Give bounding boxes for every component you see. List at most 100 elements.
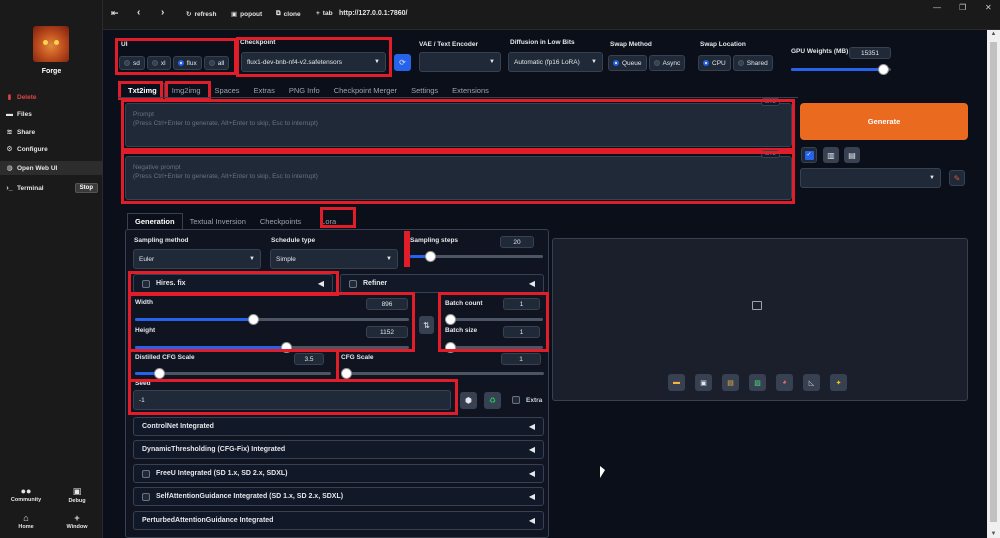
sidebar-community[interactable]: ●● Community	[6, 486, 46, 503]
new-tab-button[interactable]: + tab	[316, 10, 333, 17]
height-slider[interactable]	[135, 342, 409, 353]
ui-option-flux[interactable]: flux	[172, 56, 202, 70]
random-seed-button[interactable]: ⬢	[460, 392, 477, 409]
maximize-icon[interactable]: ❐	[959, 3, 966, 12]
prompt-textarea[interactable]: Prompt (Press Ctrl+Enter to generate, Al…	[125, 103, 792, 147]
refresh-models-button[interactable]: ⟳	[394, 54, 411, 71]
negative-prompt-textarea[interactable]: Negative prompt (Press Ctrl+Enter to gen…	[125, 156, 792, 200]
tab-spaces[interactable]: Spaces	[208, 83, 247, 97]
sampling-method-dropdown[interactable]: Euler ▼	[133, 249, 261, 269]
swap-dimensions-button[interactable]: ⇅	[419, 316, 434, 334]
refresh-button[interactable]: ↻ refresh	[186, 10, 217, 19]
batch-count-slider[interactable]	[445, 314, 543, 325]
freeu-accordion[interactable]: FreeU Integrated (SD 1.x, SD 2.x, SDXL) ◀	[133, 464, 544, 483]
swap-location-shared[interactable]: Shared	[732, 55, 773, 71]
ui-option-xl[interactable]: xl	[146, 56, 171, 70]
back-icon[interactable]: ‹	[137, 7, 140, 18]
zip-button[interactable]: ▤	[722, 374, 739, 391]
cfg-scale-slider[interactable]	[341, 368, 544, 379]
exit-icon[interactable]: ⇤	[111, 8, 119, 19]
ui-option-all[interactable]: all	[203, 56, 230, 70]
slider-knob[interactable]	[341, 368, 352, 379]
distilled-cfg-input[interactable]: 3.5	[294, 353, 324, 365]
tab-lora[interactable]: Lora	[314, 213, 343, 229]
trash-button[interactable]: ▥	[823, 147, 839, 163]
slider-knob[interactable]	[878, 64, 889, 75]
extra-seed-option[interactable]: Extra	[512, 396, 542, 404]
generate-button[interactable]: Generate	[800, 103, 968, 140]
refiner-checkbox[interactable]	[349, 279, 357, 288]
tab-extras[interactable]: Extras	[247, 83, 282, 97]
slider-knob[interactable]	[154, 368, 165, 379]
checkpoint-dropdown[interactable]: flux1-dev-bnb-nf4-v2.safetensors ▼	[241, 52, 386, 72]
sidebar-item-files[interactable]: ▬ Files	[6, 107, 98, 121]
sag-checkbox[interactable]	[142, 492, 150, 501]
tab-checkpoint-merger[interactable]: Checkpoint Merger	[327, 83, 404, 97]
tab-txt2img[interactable]: Txt2img	[120, 83, 165, 97]
height-input[interactable]: 1152	[366, 326, 408, 338]
width-input[interactable]: 896	[366, 298, 408, 310]
scroll-down-icon[interactable]: ▼	[987, 531, 1000, 537]
gpu-weights-slider[interactable]	[791, 64, 891, 75]
vae-dropdown[interactable]: ▼	[419, 52, 501, 72]
sidebar-window[interactable]: + Window	[57, 513, 97, 530]
stop-button[interactable]: Stop	[74, 183, 98, 193]
cfg-scale-input[interactable]: 1	[501, 353, 541, 365]
clipboard-button[interactable]: ▤	[844, 147, 860, 163]
styles-dropdown[interactable]: ▼	[800, 168, 941, 188]
ui-option-sd[interactable]: sd	[119, 56, 145, 70]
extra-checkbox[interactable]	[512, 396, 520, 404]
popout-button[interactable]: ▣ popout	[231, 10, 262, 19]
width-slider[interactable]	[135, 314, 409, 325]
sidebar-item-terminal[interactable]: ›_ Terminal Stop	[6, 181, 98, 195]
diffusion-dropdown[interactable]: Automatic (fp16 LoRA) ▼	[508, 52, 603, 72]
paste-button[interactable]: ✓	[801, 147, 817, 163]
forward-icon[interactable]: ›	[161, 7, 164, 18]
reuse-seed-button[interactable]: ♻	[484, 392, 501, 409]
close-icon[interactable]: ✕	[985, 3, 992, 12]
slider-knob[interactable]	[281, 342, 292, 353]
sidebar-debug[interactable]: ▣ Debug	[57, 486, 97, 504]
refiner-accordion[interactable]: Refiner ◀	[340, 274, 544, 293]
hires-fix-checkbox[interactable]	[142, 279, 150, 288]
self-attention-guidance-accordion[interactable]: SelfAttentionGuidance Integrated (SD 1.x…	[133, 487, 544, 506]
tab-extensions[interactable]: Extensions	[445, 83, 496, 97]
tab-checkpoints[interactable]: Checkpoints	[253, 213, 308, 229]
swap-location-cpu[interactable]: CPU	[698, 55, 731, 71]
tab-png-info[interactable]: PNG Info	[282, 83, 327, 97]
slider-knob[interactable]	[425, 251, 436, 262]
open-folder-button[interactable]: ▬	[668, 374, 685, 391]
batch-size-slider[interactable]	[445, 342, 543, 353]
dynamic-thresholding-accordion[interactable]: DynamicThresholding (CFG-Fix) Integrated…	[133, 440, 544, 459]
scroll-up-icon[interactable]: ▲	[987, 31, 1000, 37]
batch-count-input[interactable]: 1	[503, 298, 540, 310]
controlnet-accordion[interactable]: ControlNet Integrated ◀	[133, 417, 544, 436]
perturbed-attention-guidance-accordion[interactable]: PerturbedAttentionGuidance Integrated ◀	[133, 511, 544, 530]
url-field[interactable]: http://127.0.0.1:7860/	[339, 10, 407, 17]
extras-sparkle-button[interactable]: ✦	[830, 374, 847, 391]
batch-size-input[interactable]: 1	[503, 326, 540, 338]
slider-knob[interactable]	[445, 314, 456, 325]
tab-textual-inversion[interactable]: Textual Inversion	[183, 213, 253, 229]
send-to-inpaint-button[interactable]: ◕	[776, 374, 793, 391]
slider-knob[interactable]	[445, 342, 456, 353]
scrollbar-thumb[interactable]	[990, 42, 997, 522]
minimize-icon[interactable]: —	[933, 3, 941, 12]
sidebar-item-delete[interactable]: ▮ Delete	[6, 90, 98, 104]
gpu-weights-input[interactable]: 15351	[849, 47, 891, 59]
distilled-cfg-slider[interactable]	[135, 368, 331, 379]
sampling-steps-input[interactable]: 20	[500, 236, 534, 248]
tab-settings[interactable]: Settings	[404, 83, 445, 97]
tab-generation[interactable]: Generation	[127, 213, 183, 229]
clone-button[interactable]: ⧉ clone	[276, 10, 301, 18]
schedule-type-dropdown[interactable]: Simple ▼	[270, 249, 398, 269]
page-scrollbar[interactable]: ▲ ▼	[987, 30, 1000, 538]
sampling-steps-slider[interactable]	[410, 251, 543, 262]
sidebar-home[interactable]: ⌂ Home	[6, 513, 46, 530]
send-to-extras-button[interactable]: ◺	[803, 374, 820, 391]
slider-knob[interactable]	[248, 314, 259, 325]
tab-img2img[interactable]: Img2img	[165, 83, 208, 97]
sidebar-item-open-web-ui[interactable]: ◍ Open Web UI	[0, 161, 103, 175]
hires-fix-accordion[interactable]: Hires. fix ◀	[133, 274, 333, 293]
save-button[interactable]: ▣	[695, 374, 712, 391]
